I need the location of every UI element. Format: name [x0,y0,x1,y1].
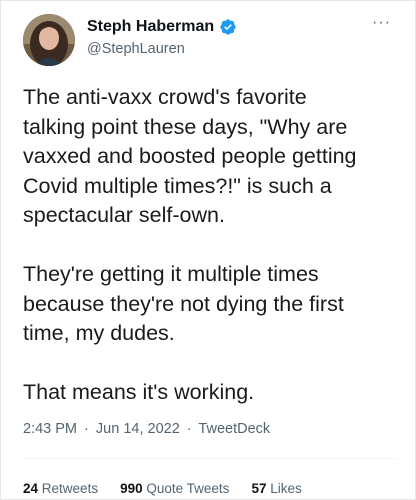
likes-stat[interactable]: 57 Likes [251,481,301,496]
tweet-source[interactable]: TweetDeck [198,421,270,437]
retweets-count: 24 [23,481,39,496]
tweet-paragraph: The anti-vaxx crowd's favorite talking p… [23,85,357,227]
tweet-date[interactable]: Jun 14, 2022 [96,421,180,437]
author-names: Steph Haberman @StephLauren [87,17,237,57]
display-name[interactable]: Steph Haberman [87,18,214,36]
tweet-paragraph: That means it's working. [23,380,255,404]
quote-tweets-stat[interactable]: 990 Quote Tweets [120,481,229,496]
tweet-meta: 2:43 PM · Jun 14, 2022 · TweetDeck [23,421,270,437]
tweet-stats: 24 Retweets 990 Quote Tweets 57 Likes [23,481,302,496]
quote-tweets-label: Quote Tweets [146,481,230,496]
tweet-paragraph: They're getting it multiple times becaus… [23,262,344,345]
meta-separator: · [84,421,89,437]
tweet-text: The anti-vaxx crowd's favorite talking p… [23,83,403,408]
quote-tweets-count: 990 [120,481,143,496]
handle[interactable]: @StephLauren [87,41,237,57]
display-name-row: Steph Haberman [87,17,237,37]
avatar[interactable] [23,14,75,66]
verified-badge-icon [219,18,237,36]
avatar-image [23,14,75,66]
likes-label: Likes [270,481,302,496]
divider [23,458,395,459]
tweet-header: Steph Haberman @StephLauren ··· [23,14,395,74]
likes-count: 57 [251,481,267,496]
tweet-card: Steph Haberman @StephLauren ··· The anti… [0,0,416,500]
tweet-time[interactable]: 2:43 PM [23,421,77,437]
retweets-label: Retweets [41,481,99,496]
more-options-icon[interactable]: ··· [372,14,391,32]
retweets-stat[interactable]: 24 Retweets [23,481,98,496]
meta-separator: · [186,421,192,437]
